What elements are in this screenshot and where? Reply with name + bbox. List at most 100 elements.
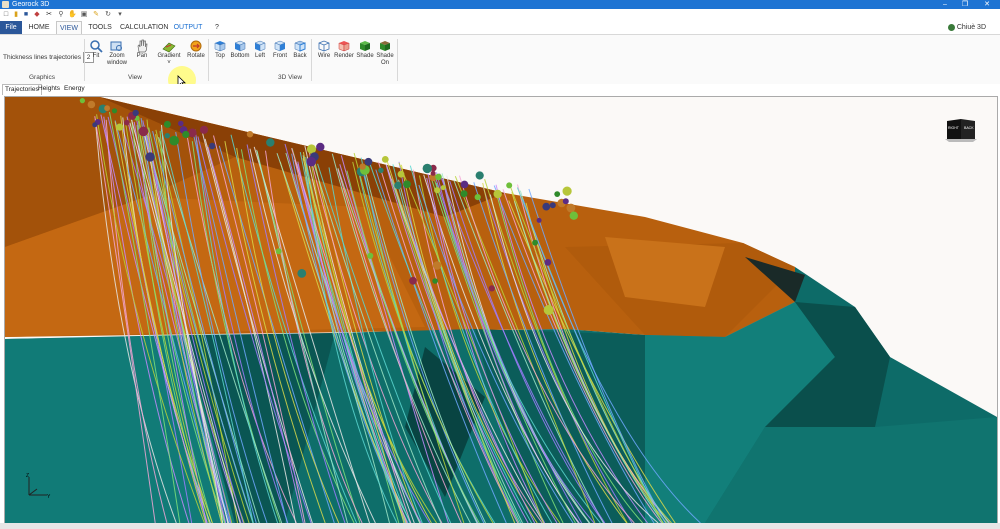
status-bar xyxy=(0,523,1000,529)
tab-home[interactable]: HOME xyxy=(27,21,51,34)
zoom-window-label-1: Zoom xyxy=(109,53,125,59)
maximize-icon[interactable]: ❐ xyxy=(955,0,975,9)
boulder-marker xyxy=(306,156,317,167)
wire-cube-icon xyxy=(318,40,330,52)
cube-face-right: RIGHT xyxy=(948,126,959,130)
wire-button[interactable]: Wire xyxy=(313,39,335,60)
boulder-marker xyxy=(394,181,402,190)
boulder-marker xyxy=(169,135,180,146)
tab-view[interactable]: VIEW xyxy=(56,21,82,35)
boulder-marker xyxy=(549,202,556,209)
tool-icon[interactable]: ◆ xyxy=(33,11,41,19)
boulder-marker xyxy=(554,191,561,197)
gradient-button[interactable]: Gradient ˅ xyxy=(157,39,181,67)
thickness-label: Thickness lines trajectories xyxy=(3,54,82,62)
tab-tools[interactable]: TOOLS xyxy=(86,21,114,34)
boulder-marker xyxy=(316,142,325,152)
boulder-marker xyxy=(178,120,184,127)
left-label: Left xyxy=(254,53,265,59)
avatar xyxy=(947,23,955,31)
top-view-button[interactable]: Top xyxy=(209,39,231,60)
render-button[interactable]: Render xyxy=(333,39,355,60)
fit-label: Fit xyxy=(92,53,100,59)
new-file-icon[interactable]: □ xyxy=(2,11,10,19)
pan-label: Pan xyxy=(136,53,148,59)
gradient-icon xyxy=(162,42,176,53)
zoom-window-button[interactable]: Zoom window xyxy=(106,39,128,67)
orientation-cube[interactable]: RIGHT BACK xyxy=(943,117,979,143)
shade-label: Shade xyxy=(356,53,374,59)
user-account[interactable]: Chiuè 3D xyxy=(947,22,986,33)
rotate-label: Rotate xyxy=(187,53,205,59)
boulder-marker xyxy=(569,211,578,220)
save-icon[interactable]: ■ xyxy=(22,11,30,19)
cube-back-icon xyxy=(294,40,306,52)
rotate-button[interactable]: Rotate xyxy=(184,39,208,60)
tab-heights[interactable]: Heights xyxy=(36,84,62,94)
close-icon[interactable]: ✕ xyxy=(977,0,997,9)
boulder-marker xyxy=(460,190,468,198)
boulder-marker xyxy=(532,239,538,246)
bottom-view-button[interactable]: Bottom xyxy=(229,39,251,60)
shade-button[interactable]: Shade xyxy=(354,39,376,60)
boulder-marker xyxy=(138,126,149,137)
tab-calculation[interactable]: CALCULATION xyxy=(120,21,169,34)
boulder-marker xyxy=(266,138,275,147)
hand-icon xyxy=(137,39,148,53)
front-label: Front xyxy=(272,53,287,59)
boulder-marker xyxy=(432,261,442,270)
zoom-window-icon xyxy=(110,41,122,51)
boulder-marker xyxy=(116,123,124,131)
boulder-marker xyxy=(562,186,572,196)
shade-on-button[interactable]: Shade On xyxy=(374,39,396,67)
boulder-marker xyxy=(474,194,481,201)
open-folder-icon[interactable]: ▮ xyxy=(12,11,20,19)
hand-icon[interactable]: ✋ xyxy=(68,11,77,19)
boulder-marker xyxy=(488,285,495,292)
window-title: Georock 3D xyxy=(12,1,50,8)
tab-help[interactable]: ? xyxy=(210,21,224,34)
front-view-button[interactable]: Front xyxy=(269,39,291,60)
shade-on-label-1: Shade xyxy=(376,53,394,59)
boulder-marker xyxy=(87,100,96,109)
boulder-marker xyxy=(297,269,307,278)
boulder-marker xyxy=(163,120,171,128)
left-view-button[interactable]: Left xyxy=(249,39,271,60)
boulder-marker xyxy=(397,170,405,178)
refresh-icon[interactable]: ↻ xyxy=(104,11,112,19)
minimize-icon[interactable]: – xyxy=(935,0,955,9)
boulder-marker xyxy=(145,152,155,162)
back-view-button[interactable]: Back xyxy=(289,39,311,60)
ribbon-tabs: File HOME VIEW TOOLS CALCULATION OUTPUT … xyxy=(0,21,1000,35)
tab-energy[interactable]: Energy xyxy=(62,84,87,94)
boulder-marker xyxy=(542,202,551,211)
scissors-icon[interactable]: ✂ xyxy=(45,11,53,19)
view-tabs: Trajectories Heights Energy xyxy=(0,84,1000,95)
cube-bottom-icon xyxy=(234,40,246,52)
3d-viewport[interactable]: RIGHT BACK Z Y xyxy=(4,96,998,524)
thickness-setting: Thickness lines trajectories 2 xyxy=(3,52,95,63)
back-label: Back xyxy=(293,53,307,59)
boulder-marker xyxy=(440,185,446,191)
view-icon[interactable]: ▣ xyxy=(80,11,88,19)
zoom-icon[interactable]: ⚲ xyxy=(57,11,65,19)
ribbon: Thickness lines trajectories 2 Graphics F… xyxy=(0,34,1000,85)
fit-button[interactable]: Fit xyxy=(85,39,107,60)
boulder-marker xyxy=(92,122,98,128)
cube-face-back: BACK xyxy=(964,126,974,130)
top-label: Top xyxy=(215,53,225,59)
tab-file[interactable]: File xyxy=(0,21,22,34)
pan-button[interactable]: Pan xyxy=(131,39,153,60)
paint-icon[interactable]: ✎ xyxy=(92,11,100,19)
tab-output[interactable]: OUTPUT xyxy=(172,21,204,34)
group-label-3d-view: 3D View xyxy=(277,74,303,81)
boulder-marker xyxy=(536,217,542,223)
zoom-window-label-2: window xyxy=(106,60,127,66)
boulder-marker xyxy=(124,119,130,126)
boulder-marker xyxy=(199,125,209,134)
customize-qat-icon[interactable]: ▾ xyxy=(116,11,124,19)
wire-label: Wire xyxy=(317,53,331,59)
boulder-marker xyxy=(562,198,569,205)
view-cube-icon xyxy=(945,119,977,142)
cube-front-icon xyxy=(274,40,286,52)
